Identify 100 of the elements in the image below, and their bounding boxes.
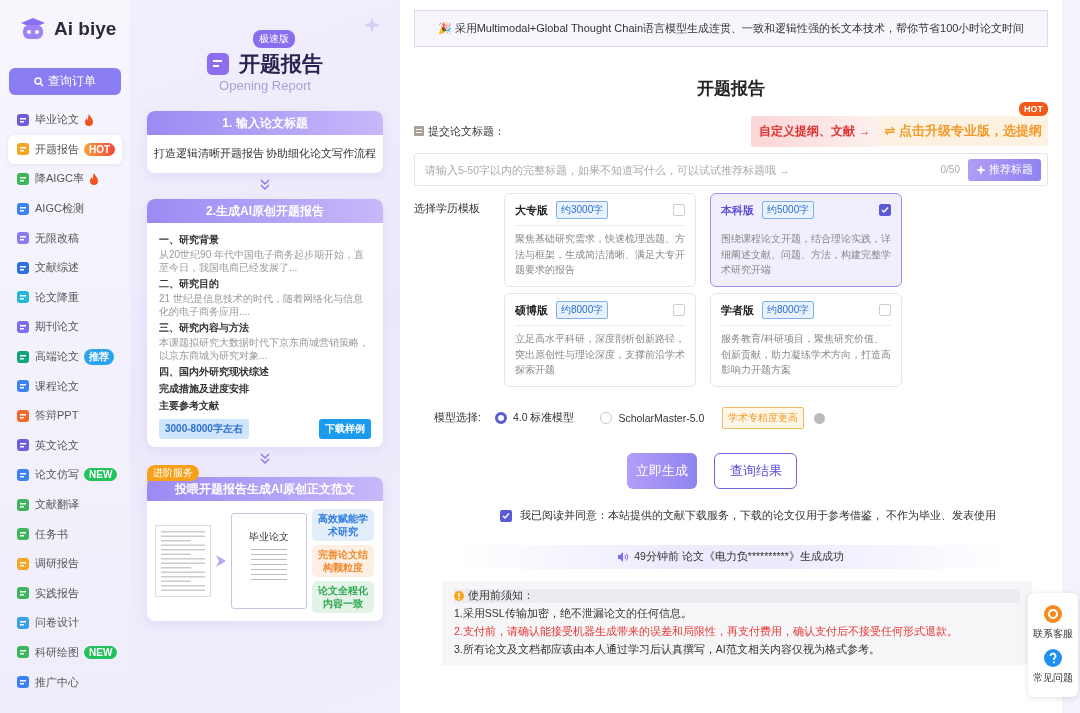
menu-icon — [16, 379, 30, 394]
field-label: 提交论文标题： — [428, 123, 505, 139]
char-counter: 0/50 — [940, 164, 960, 175]
template-card[interactable]: 硕博版 约8000字 立足高水平科研，深度剖析创新路径，突出原创性与理论深度，支撑前沿学术探索开题 — [504, 293, 696, 387]
ticker-text: 49分钟前 论文《电力负**********》生成成功 — [634, 550, 844, 564]
sidebar-item[interactable]: 文献翻译 — [8, 489, 122, 520]
sidebar-item[interactable]: 开题报告 HOT — [8, 134, 122, 165]
model-tag: 学术专精度更高 — [722, 407, 805, 429]
menu-icon — [16, 467, 30, 482]
menu-icon — [16, 438, 30, 453]
section-text: 本课题拟研究大数据时代下京东商城营销策略，以京东商城为研究对象... — [159, 336, 370, 362]
menu-icon — [16, 290, 30, 305]
step-header: 2.生成AI原创开题报告 — [147, 199, 383, 223]
sidebar-item[interactable]: 课程论文 — [8, 371, 122, 401]
section-heading: 完成措施及进度安排 — [159, 382, 250, 396]
section-text: 21 世纪是信息技术的时代，随着网络化与信息化的电子商务应用.... — [159, 292, 364, 318]
step-header: 1. 输入论文标题 — [147, 111, 383, 135]
warning-icon — [454, 591, 464, 601]
word-count-tag: 约5000字 — [762, 201, 815, 219]
menu-icon — [16, 201, 30, 216]
model-radio[interactable] — [494, 412, 507, 424]
template-card[interactable]: 学者版 约8000字 服务教育/科研项目，聚焦研究价值、创新贡献，助力凝练学术方向，打造高影响力开题方案 — [710, 293, 902, 387]
sidebar-item[interactable]: 英文论文 — [8, 430, 122, 461]
step-text: 打造逻辑清晰开题报告 协助细化论文写作流程 — [152, 146, 378, 161]
word-count-tag: 约8000字 — [556, 301, 609, 319]
section-text: 从20世纪90 年代中国电子商务起步期开始，直至今日，我国电商已经发展了... — [159, 248, 366, 274]
search-icon — [34, 76, 44, 87]
sparkle-icon — [976, 164, 986, 175]
headset-icon[interactable] — [1044, 605, 1062, 623]
page-title: 开题报告 — [696, 78, 766, 100]
sidebar-item[interactable]: 论文降重 — [8, 282, 122, 313]
step-header: 投喂开题报告生成AI原创正文范文 — [147, 477, 383, 501]
sidebar-item[interactable]: 论文仿写 NEW — [8, 460, 122, 490]
word-count-tag: 约3000字 — [556, 201, 609, 219]
menu-icon — [16, 497, 30, 512]
menu-icon — [16, 527, 30, 542]
poster-subtitle: Opening Report — [219, 78, 311, 93]
item-badge: NEW — [84, 646, 118, 659]
sidebar-item[interactable]: 问卷设计 — [8, 608, 122, 638]
length-tag: 3000-8000字左右 — [159, 419, 249, 439]
logo-text: Ai biye — [54, 18, 117, 40]
sidebar-item[interactable]: 降AIGC率 — [8, 164, 122, 194]
template-description: 围绕课程论文开题，结合理论实践，详细阐述文献、问题、方法，构建完整学术研究开端 — [721, 232, 891, 277]
section-heading: 三、研究内容与方法 — [159, 321, 250, 335]
query-result-button[interactable]: 查询结果 — [714, 453, 797, 489]
word-count-tag: 约8000字 — [762, 301, 815, 319]
item-badge: HOT — [84, 142, 116, 156]
agreement-checkbox[interactable] — [500, 510, 512, 522]
template-checkbox[interactable] — [879, 204, 891, 216]
sidebar-item[interactable]: 调研报告 — [8, 548, 122, 579]
help-link[interactable]: 常见问题 — [1033, 671, 1073, 685]
sidebar-item[interactable]: 科研绘图 NEW — [8, 637, 122, 668]
help-link[interactable]: 联系客服 — [1033, 627, 1073, 641]
speaker-icon — [618, 552, 630, 562]
question-icon[interactable] — [1044, 649, 1062, 667]
sidebar-item[interactable]: 推广中心 — [8, 667, 122, 697]
menu-icon — [16, 615, 30, 630]
menu-icon — [16, 112, 30, 127]
menu-icon — [16, 319, 30, 334]
notice-title: 使用前须知： — [468, 589, 534, 603]
item-badge: NEW — [84, 468, 118, 482]
edition-badge: 极速版 — [253, 30, 295, 48]
sidebar-item[interactable]: 文献综述 — [8, 252, 122, 283]
sidebar-item[interactable]: 期刊论文 — [8, 312, 122, 342]
sparkle-icon — [364, 17, 380, 33]
template-name: 学者版 — [721, 302, 754, 318]
notepad-icon — [414, 126, 424, 136]
notice-line: 1.采用SSL传输加密，绝不泄漏论文的任何信息。 — [454, 607, 693, 621]
notice-line: 2.支付前，请确认能接受机器生成带来的误差和局限性，再支付费用，确认支付后不接受任何形式退款。 — [454, 625, 959, 639]
sidebar-item[interactable]: 实践报告 — [8, 578, 122, 609]
document-icon — [207, 53, 229, 75]
advanced-tag: 进阶服务 — [147, 465, 199, 481]
menu-icon — [16, 586, 30, 601]
section-heading: 四、国内外研究现状综述 — [159, 365, 270, 379]
section-heading: 一、研究背景 — [159, 233, 220, 247]
sidebar-item[interactable]: AIGC检测 — [8, 193, 122, 224]
template-name: 硕博版 — [515, 302, 548, 318]
hot-badge: HOT — [1019, 102, 1048, 116]
section-heading: 二、研究目的 — [159, 277, 220, 291]
template-card[interactable]: 大专版 约3000字 聚焦基础研究需求，快速梳理选题、方法与框架，生成简洁清晰、满足大专开题要求的报告 — [504, 193, 696, 287]
menu-icon — [16, 408, 30, 423]
sidebar-item[interactable]: 答辩PPT — [8, 400, 122, 431]
template-description: 立足高水平科研，深度剖析创新路径，突出原创性与理论深度，支撑前沿学术探索开题 — [515, 332, 685, 377]
sidebar-item[interactable]: 任务书 — [8, 519, 122, 549]
template-name: 大专版 — [515, 202, 548, 218]
template-card[interactable]: 本科版 约5000字 围绕课程论文开题，结合理论实践，详细阐述文献、问题、方法，构建完整学术研究开端 — [710, 193, 902, 287]
item-badge: 推荐 — [84, 348, 114, 365]
sidebar-item[interactable]: 高端论文 推荐 — [8, 341, 122, 372]
chevron-down-icon — [259, 179, 271, 191]
menu-icon — [16, 172, 30, 186]
info-banner: 🎉 采用Multimodal+Global Thought Chain语言模型生成连贯、一致和逻辑性强的长文本技术，帮你节省100小时论文时间 — [414, 10, 1048, 47]
template-label: 选择学历模板 — [414, 201, 481, 216]
sidebar-item[interactable]: 毕业论文 — [8, 105, 122, 135]
menu-icon — [16, 675, 30, 690]
custom-outline-link[interactable]: 自定义提纲、文献 → — [751, 115, 879, 147]
menu-icon — [16, 556, 30, 571]
sidebar-item[interactable]: 无限改稿 — [8, 223, 122, 253]
section-heading: 主要参考文献 — [159, 399, 220, 413]
arrow-icon — [216, 555, 226, 567]
menu-icon — [16, 645, 30, 660]
